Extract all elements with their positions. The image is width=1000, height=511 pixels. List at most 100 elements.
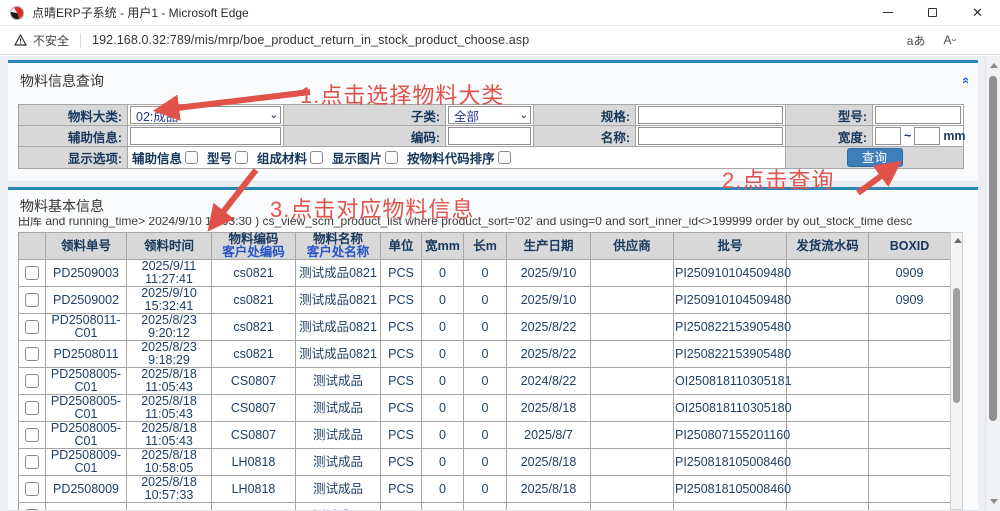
cell-batch: PI250818105008460	[674, 476, 787, 503]
cell-time: 2025/9/1015:32:41	[127, 287, 212, 314]
cell-time: 2025/8/1810:58:05	[127, 449, 212, 476]
cell-unit: PCS	[381, 422, 422, 449]
cell-name: 测试成品	[296, 395, 381, 422]
table-row[interactable]: PD2508005-C01 2025/8/1811:05:43 CS0807 测…	[19, 395, 951, 422]
cell-name: 测试成品	[296, 503, 381, 511]
cell-time: 2025/8/7	[127, 503, 212, 511]
cell-code: CS0807	[212, 395, 296, 422]
cell-prod-date: 2025/8/18	[507, 395, 591, 422]
cell-boxid	[869, 422, 951, 449]
width-max-input[interactable]	[914, 127, 940, 145]
cell-name: 测试成品	[296, 476, 381, 503]
cell-batch: PI250807155201160	[674, 503, 787, 511]
row-checkbox[interactable]	[25, 401, 39, 415]
table-row[interactable]: PD2508005-C01 2025/8/1811:05:43 CS0807 测…	[19, 368, 951, 395]
table-row[interactable]: PD2509002 2025/9/1015:32:41 cs0821 测试成品0…	[19, 287, 951, 314]
cell-unit: PCS	[381, 368, 422, 395]
cell-prod-date: 2025/8/18	[507, 449, 591, 476]
cell-prod-date: 2025/9/10	[507, 260, 591, 287]
page-scrollbar-thumb[interactable]	[989, 76, 997, 421]
cell-batch: PI250818105008460	[674, 449, 787, 476]
cell-length: 0	[464, 422, 507, 449]
material-table: 领料单号 领料时间 物料编码 客户处编码 物料名称 客户处名称 单位 宽mm 长…	[18, 232, 951, 511]
table-row[interactable]: PD2508005 2025/8/7 CS0807 测试成品 PCS 0 0 2…	[19, 503, 951, 511]
display-option-checkbox[interactable]	[235, 151, 248, 164]
minimize-button[interactable]	[865, 0, 910, 25]
display-option-checkbox[interactable]	[498, 151, 511, 164]
cell-supplier	[591, 341, 674, 368]
row-checkbox[interactable]	[25, 347, 39, 361]
maximize-icon	[928, 8, 937, 17]
table-row[interactable]: PD2508005-C01 2025/8/1811:05:43 CS0807 测…	[19, 422, 951, 449]
scroll-up-icon[interactable]	[990, 63, 998, 68]
name-input[interactable]	[638, 127, 783, 145]
row-checkbox[interactable]	[25, 374, 39, 388]
read-aloud-icon[interactable]: Aᵕ	[943, 33, 956, 47]
url-text[interactable]: 192.168.0.32:789/mis/mrp/boe_product_ret…	[92, 33, 529, 47]
cell-width: 0	[422, 341, 464, 368]
cell-unit: PCS	[381, 503, 422, 511]
row-checkbox[interactable]	[25, 266, 39, 280]
row-checkbox[interactable]	[25, 428, 39, 442]
scroll-down-icon[interactable]	[990, 499, 998, 504]
cell-order-no: PD2508005-C01	[46, 368, 127, 395]
cell-serial	[787, 287, 869, 314]
width-min-input[interactable]	[875, 127, 901, 145]
cell-boxid: 0909	[869, 260, 951, 287]
collapse-panel-icon[interactable]: «	[959, 77, 974, 84]
display-option-checkbox[interactable]	[385, 151, 398, 164]
cell-supplier	[591, 368, 674, 395]
cell-prod-date: 2025/8/7	[507, 422, 591, 449]
cell-length: 0	[464, 287, 507, 314]
table-row[interactable]: PD2508011-C01 2025/8/239:20:12 cs0821 测试…	[19, 314, 951, 341]
header-code-sub[interactable]: 客户处编码	[213, 246, 294, 259]
header-name-sub[interactable]: 客户处名称	[297, 246, 379, 259]
maximize-button[interactable]	[910, 0, 955, 25]
cell-code: cs0821	[212, 341, 296, 368]
address-bar[interactable]: 不安全 192.168.0.32:789/mis/mrp/boe_product…	[0, 26, 1000, 55]
cell-order-no: PD2509003	[46, 260, 127, 287]
search-button[interactable]: 查询	[847, 148, 903, 167]
header-time: 领料时间	[127, 233, 212, 260]
translate-icon[interactable]: aあ	[907, 32, 926, 49]
page-content: 物料信息查询 « 物料大类: 02:成品 ⌄ 子类: 全部 ⌄	[0, 56, 1000, 511]
table-row[interactable]: PD2508011 2025/8/239:18:29 cs0821 测试成品08…	[19, 341, 951, 368]
cell-order-no: PD2509002	[46, 287, 127, 314]
cell-code: LH0818	[212, 449, 296, 476]
cell-code: CS0807	[212, 368, 296, 395]
row-checkbox[interactable]	[25, 482, 39, 496]
width-unit-label: mm	[943, 129, 965, 143]
cell-boxid	[869, 449, 951, 476]
row-checkbox[interactable]	[25, 455, 39, 469]
header-length: 长m	[464, 233, 507, 260]
cell-name: 测试成品0821	[296, 287, 381, 314]
cell-batch: OI250818110305180	[674, 395, 787, 422]
cell-name: 测试成品0821	[296, 260, 381, 287]
table-row[interactable]: PD2508009-C01 2025/8/1810:58:05 LH0818 测…	[19, 449, 951, 476]
close-button[interactable]: ✕	[955, 0, 1000, 25]
material-category-select[interactable]: 02:成品 ⌄	[130, 106, 281, 124]
scroll-up-icon[interactable]	[954, 238, 962, 243]
row-checkbox[interactable]	[25, 320, 39, 334]
cell-serial	[787, 341, 869, 368]
table-row[interactable]: PD2508009 2025/8/1810:57:33 LH0818 测试成品 …	[19, 476, 951, 503]
display-option-checkbox[interactable]	[185, 151, 198, 164]
cell-batch: PI250807155201160	[674, 422, 787, 449]
security-warning-icon[interactable]	[14, 34, 27, 46]
row-checkbox[interactable]	[25, 293, 39, 307]
cell-order-no: PD2508009-C01	[46, 449, 127, 476]
table-row[interactable]: PD2509003 2025/9/1111:27:41 cs0821 测试成品0…	[19, 260, 951, 287]
spec-input[interactable]	[638, 106, 783, 124]
table-scrollbar-thumb[interactable]	[953, 288, 960, 403]
display-options-group: 辅助信息 型号 组成材料 显示图片 按物料代码排序	[130, 148, 783, 167]
header-boxid: BOXID	[869, 233, 951, 260]
display-option-checkbox[interactable]	[310, 151, 323, 164]
code-input[interactable]	[448, 127, 531, 145]
cell-name: 测试成品0821	[296, 314, 381, 341]
table-scrollbar[interactable]	[950, 232, 963, 510]
model-input[interactable]	[875, 106, 961, 124]
cell-time: 2025/8/1810:57:33	[127, 476, 212, 503]
aux-info-input[interactable]	[130, 127, 281, 145]
page-scrollbar[interactable]	[985, 56, 1000, 511]
cell-width: 0	[422, 422, 464, 449]
